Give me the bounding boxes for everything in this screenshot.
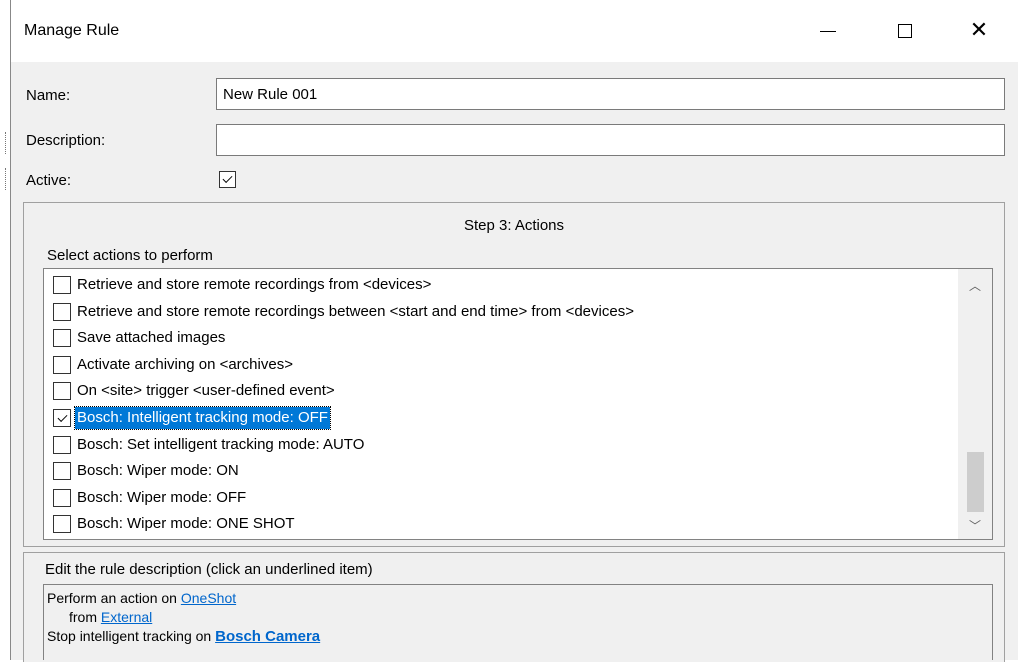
action-label: Activate archiving on <archives> xyxy=(77,355,293,373)
action-list-item[interactable]: Save attached images xyxy=(44,325,958,351)
desc-line-1: Perform an action on OneShot xyxy=(47,589,992,608)
action-checkbox[interactable] xyxy=(53,409,71,427)
scroll-thumb[interactable] xyxy=(967,452,984,512)
action-checkbox[interactable] xyxy=(53,329,71,348)
action-label: Retrieve and store remote recordings bet… xyxy=(77,302,634,320)
description-input[interactable] xyxy=(216,124,1005,156)
action-label: Retrieve and store remote recordings fro… xyxy=(77,276,432,293)
action-checkbox[interactable] xyxy=(53,276,71,294)
action-list-item[interactable]: Retrieve and store remote recordings bet… xyxy=(44,299,958,325)
action-label: Bosch: Wiper mode: ONE SHOT xyxy=(77,515,295,533)
checkmark-icon xyxy=(222,173,233,184)
action-list-item[interactable]: On <site> trigger <user-defined event> xyxy=(44,378,958,404)
desc-line-1-text: Perform an action on xyxy=(47,590,181,606)
background-edge xyxy=(0,0,10,660)
oneshot-link[interactable]: OneShot xyxy=(181,590,236,606)
desc-line-3-text: Stop intelligent tracking on xyxy=(47,628,216,644)
action-label: Bosch: Intelligent tracking mode: OFF xyxy=(74,406,331,430)
scroll-down-button[interactable]: ﹀ xyxy=(958,515,992,535)
bosch-camera-link[interactable]: Bosch Camera xyxy=(215,628,320,645)
checkmark-icon xyxy=(57,411,67,422)
action-checkbox[interactable] xyxy=(53,462,71,481)
description-label: Description: xyxy=(26,132,106,149)
action-list-item[interactable]: Bosch: Set intelligent tracking mode: AU… xyxy=(44,432,958,458)
action-list-item[interactable]: Retrieve and store remote recordings fro… xyxy=(44,272,958,298)
close-icon: ✕ xyxy=(969,18,989,43)
desc-line-2-text: from xyxy=(69,609,101,625)
maximize-icon xyxy=(898,24,912,38)
desc-line-2: from External xyxy=(47,608,992,627)
close-button[interactable]: ✕ xyxy=(951,0,1007,62)
actions-subtitle: Select actions to perform xyxy=(47,247,213,264)
action-label: Bosch: Wiper mode: OFF xyxy=(77,488,247,506)
name-label: Name: xyxy=(26,87,71,104)
action-label: Bosch: Wiper mode: ON xyxy=(77,462,239,480)
maximize-button[interactable] xyxy=(877,0,933,62)
chevron-down-icon: ﹀ xyxy=(968,518,981,533)
action-list-item[interactable]: Bosch: Intelligent tracking mode: OFF xyxy=(44,405,958,431)
active-checkbox[interactable] xyxy=(219,171,236,188)
name-input[interactable] xyxy=(216,78,1005,110)
action-checkbox[interactable] xyxy=(53,488,71,507)
active-label: Active: xyxy=(26,172,72,189)
rule-description-subtitle: Edit the rule description (click an unde… xyxy=(45,561,373,578)
desc-line-3: Stop intelligent tracking on Bosch Camer… xyxy=(47,627,992,646)
action-checkbox[interactable] xyxy=(53,515,71,534)
action-label: Save attached images xyxy=(77,329,226,347)
chevron-up-icon: ︿ xyxy=(968,278,981,293)
external-link[interactable]: External xyxy=(101,609,152,625)
minimize-button[interactable] xyxy=(800,0,856,62)
rule-description-box: Perform an action on OneShot from Extern… xyxy=(43,584,993,660)
vertical-scrollbar[interactable]: ︿ ﹀ xyxy=(958,269,992,539)
action-list-item[interactable]: Activate archiving on <archives> xyxy=(44,352,958,378)
action-checkbox[interactable] xyxy=(53,355,71,374)
actions-listbox[interactable]: ︿ ﹀ Retrieve and store remote recordings… xyxy=(43,268,993,540)
action-checkbox[interactable] xyxy=(53,302,71,321)
action-label: On <site> trigger <user-defined event> xyxy=(77,382,335,400)
scroll-up-button[interactable]: ︿ xyxy=(958,275,992,295)
action-checkbox[interactable] xyxy=(53,382,71,401)
minimize-icon xyxy=(820,30,836,32)
window-title: Manage Rule xyxy=(24,22,120,39)
edge-mark xyxy=(5,168,8,190)
title-bar[interactable]: Manage Rule ✕ xyxy=(11,0,1018,62)
action-list-item[interactable]: Bosch: Wiper mode: OFF xyxy=(44,485,958,511)
action-list-item[interactable]: Bosch: Wiper mode: ON xyxy=(44,458,958,484)
action-label: Bosch: Set intelligent tracking mode: AU… xyxy=(77,435,365,453)
step-title: Step 3: Actions xyxy=(463,217,565,234)
edge-mark xyxy=(5,132,8,154)
action-checkbox[interactable] xyxy=(53,435,71,454)
action-list-item[interactable]: Bosch: Wiper mode: ONE SHOT xyxy=(44,511,958,537)
manage-rule-dialog: Manage Rule ✕ Name: Description: Active:… xyxy=(10,0,1018,662)
